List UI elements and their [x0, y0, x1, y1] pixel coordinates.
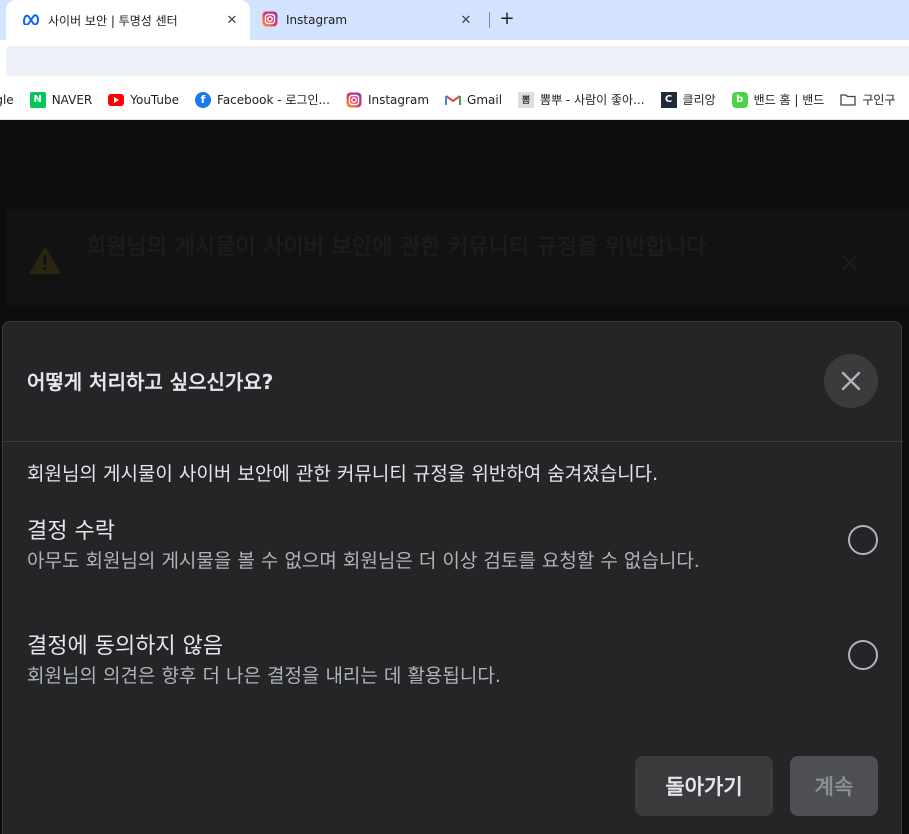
- tab-cybersecurity[interactable]: 사이버 보안 | 투명성 센터 ✕: [6, 0, 250, 40]
- option-accept[interactable]: 결정 수락 아무도 회원님의 게시물을 볼 수 없으며 회원님은 더 이상 검토…: [27, 517, 878, 575]
- tab-title: 사이버 보안 | 투명성 센터: [48, 13, 178, 28]
- bookmark-label: NAVER: [51, 92, 93, 107]
- tab-instagram[interactable]: Instagram ✕: [254, 0, 484, 40]
- warning-icon: [28, 245, 62, 279]
- bookmark-label: 구인구: [862, 93, 896, 107]
- bookmark-label: Facebook - 로그인...: [217, 93, 330, 107]
- dialog-description: 회원님의 게시물이 사이버 보안에 관한 커뮤니티 규정을 위반하여 숨겨졌습니…: [27, 463, 659, 485]
- decision-dialog: 어떻게 처리하고 싶으신가요? 회원님의 게시물이 사이버 보안에 관한 커뮤니…: [2, 321, 903, 834]
- close-tab-icon[interactable]: ✕: [220, 13, 244, 28]
- facebook-icon: f: [195, 91, 212, 108]
- band-icon: b: [731, 91, 748, 108]
- meta-icon: [22, 13, 40, 28]
- instagram-icon: [346, 92, 362, 108]
- bookmark-clien[interactable]: C 클리앙: [660, 91, 716, 108]
- close-icon: [841, 371, 861, 391]
- ppomppu-icon: 뽐: [518, 91, 535, 108]
- bookmark-ppomppu[interactable]: 뽐 뽐뿌 - 사람이 좋아...: [518, 91, 645, 108]
- dialog-title: 어떻게 처리하고 싶으신가요?: [27, 370, 274, 394]
- option-disagree-radio[interactable]: [848, 640, 878, 670]
- option-subtitle: 아무도 회원님의 게시물을 볼 수 없으며 회원님은 더 이상 검토를 요청할 …: [27, 550, 700, 572]
- bookmark-label: 밴드 홈 | 밴드: [753, 93, 825, 107]
- option-disagree[interactable]: 결정에 동의하지 않음 회원님의 의견은 향후 더 나은 결정을 내리는 데 활…: [27, 632, 878, 690]
- banner-close-icon: ✕: [838, 247, 862, 280]
- naver-icon: N: [29, 91, 46, 108]
- continue-button[interactable]: 계속: [790, 756, 878, 816]
- bookmark-band[interactable]: b 밴드 홈 | 밴드: [731, 91, 825, 108]
- address-bar[interactable]: [6, 46, 909, 76]
- bookmark-label: Instagram: [367, 92, 430, 107]
- bookmark-youtube[interactable]: YouTube: [108, 92, 179, 108]
- option-subtitle: 회원님의 의견은 향후 더 나은 결정을 내리는 데 활용됩니다.: [27, 665, 501, 687]
- bookmark-label: 뽐뿌 - 사람이 좋아...: [540, 93, 645, 107]
- youtube-icon: [108, 92, 125, 108]
- bookmark-label: 클리앙: [682, 93, 716, 107]
- bookmark-label: ogle: [0, 92, 14, 107]
- dialog-divider: [3, 441, 903, 442]
- bookmark-instagram[interactable]: Instagram: [346, 92, 429, 108]
- bookmark-facebook[interactable]: f Facebook - 로그인...: [195, 91, 330, 108]
- back-button[interactable]: 돌아가기: [635, 756, 773, 816]
- bookmark-google[interactable]: ogle: [0, 93, 14, 107]
- tab-separator: [489, 12, 490, 28]
- close-tab-icon[interactable]: ✕: [454, 13, 478, 28]
- tab-title: Instagram: [286, 13, 348, 27]
- option-title: 결정에 동의하지 않음: [27, 634, 224, 659]
- page-content: 회원님의 게시물이 사이버 보안에 관한 커뮤니티 규정을 위반합니다 ✕ 어떻…: [0, 121, 909, 834]
- bookmark-folder[interactable]: 구인구: [840, 91, 895, 108]
- gmail-icon: [445, 92, 462, 108]
- banner-text: 회원님의 게시물이 사이버 보안에 관한 커뮤니티 규정을 위반합니다: [86, 235, 707, 260]
- dialog-close-button[interactable]: [824, 354, 878, 408]
- option-accept-radio[interactable]: [848, 525, 878, 555]
- bookmark-label: Gmail: [467, 92, 503, 107]
- bookmark-gmail[interactable]: Gmail: [445, 92, 502, 108]
- clien-icon: C: [660, 91, 677, 108]
- bookmark-naver[interactable]: N NAVER: [29, 91, 93, 108]
- new-tab-button[interactable]: +: [496, 8, 518, 30]
- folder-icon: [840, 92, 856, 108]
- instagram-icon: [262, 11, 278, 30]
- option-title: 결정 수락: [27, 519, 115, 544]
- address-bar-row: [0, 40, 909, 80]
- bookmark-label: YouTube: [130, 92, 180, 107]
- browser-tab-strip: 사이버 보안 | 투명성 센터 ✕ Instagram ✕ +: [0, 0, 909, 40]
- bookmarks-bar: ogle N NAVER YouTube f Facebook - 로그인...…: [0, 80, 909, 120]
